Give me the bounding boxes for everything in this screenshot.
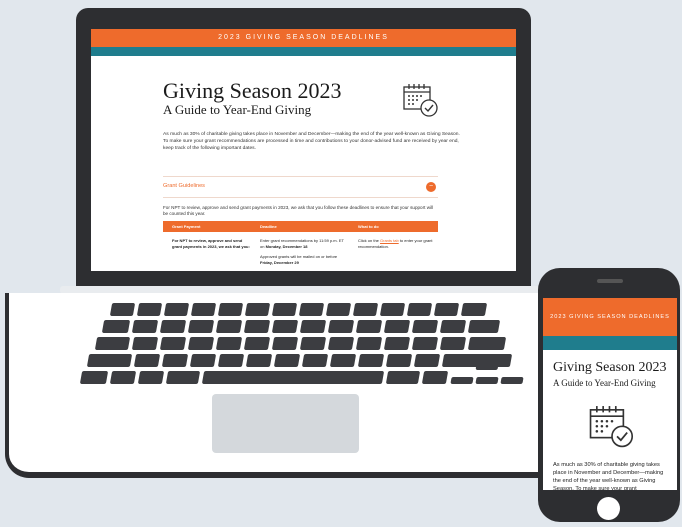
key — [187, 320, 215, 333]
key — [137, 371, 165, 384]
key — [406, 303, 433, 316]
key — [189, 354, 217, 367]
key — [379, 303, 406, 316]
key — [385, 371, 421, 384]
key — [217, 303, 244, 316]
key — [131, 320, 159, 333]
key — [243, 337, 271, 350]
key — [355, 337, 383, 350]
key — [109, 371, 137, 384]
key — [101, 320, 131, 333]
phone-speaker — [597, 279, 623, 283]
key — [355, 320, 383, 333]
key — [271, 320, 299, 333]
phone-page-subtitle: A Guide to Year-End Giving — [553, 378, 656, 388]
phone-banner-bar: 2023 GIVING SEASON DEADLINES — [543, 298, 677, 336]
phone-screen: 2023 GIVING SEASON DEADLINES Giving Seas… — [543, 298, 677, 490]
key — [467, 337, 507, 350]
key — [165, 371, 201, 384]
arrow-up-key — [475, 364, 499, 370]
key — [357, 354, 385, 367]
key — [243, 320, 271, 333]
key — [301, 354, 329, 367]
calendar-check-icon — [589, 406, 634, 448]
key — [421, 371, 449, 384]
key — [327, 320, 355, 333]
phone-home-button[interactable] — [597, 497, 620, 520]
key — [133, 354, 161, 367]
key — [131, 337, 159, 350]
phone-teal-stripe — [543, 336, 677, 350]
key — [187, 337, 215, 350]
key — [413, 354, 441, 367]
key — [161, 354, 189, 367]
key — [467, 320, 501, 333]
key — [273, 354, 301, 367]
key — [439, 320, 467, 333]
key — [271, 303, 298, 316]
key — [136, 303, 163, 316]
key — [299, 337, 327, 350]
key — [163, 303, 190, 316]
spacebar — [201, 371, 385, 384]
key — [352, 303, 379, 316]
phone-page-title: Giving Season 2023 — [553, 360, 667, 375]
arrow-right-key — [500, 377, 524, 384]
key — [159, 320, 187, 333]
key — [159, 337, 187, 350]
key — [244, 303, 271, 316]
key — [215, 320, 243, 333]
key — [299, 320, 327, 333]
key — [109, 303, 136, 316]
key — [433, 303, 460, 316]
key — [411, 337, 439, 350]
trackpad — [212, 394, 359, 453]
key — [411, 320, 439, 333]
key — [190, 303, 217, 316]
key — [439, 337, 467, 350]
arrow-down-key — [475, 377, 499, 384]
key — [94, 337, 131, 350]
key — [86, 354, 133, 367]
key — [217, 354, 245, 367]
key — [383, 337, 411, 350]
arrow-left-key — [450, 377, 474, 384]
key — [460, 303, 488, 316]
key — [215, 337, 243, 350]
key — [298, 303, 325, 316]
key — [245, 354, 273, 367]
key — [79, 371, 109, 384]
key — [325, 303, 352, 316]
key — [271, 337, 299, 350]
key — [383, 320, 411, 333]
key — [385, 354, 413, 367]
phone-intro-paragraph: As much as 30% of charitable giving take… — [553, 462, 664, 490]
key — [327, 337, 355, 350]
key — [329, 354, 357, 367]
